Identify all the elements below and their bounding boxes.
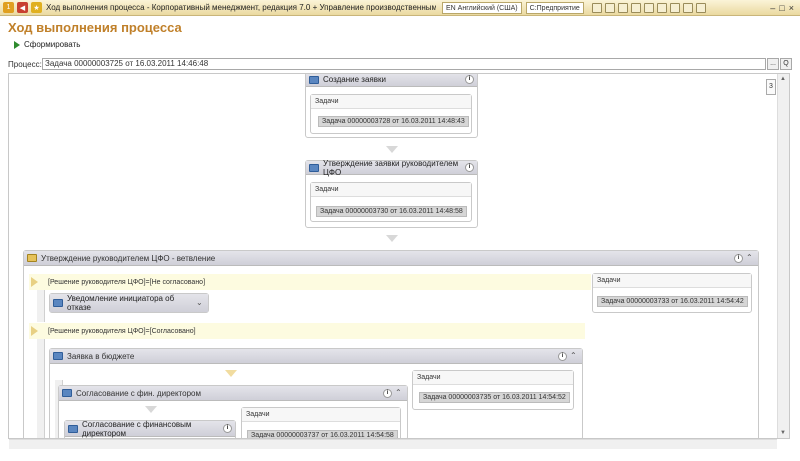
window-controls: – □ ×: [770, 3, 794, 13]
toolbar-icons: [591, 2, 706, 13]
tasks-panel: Задачи: [310, 94, 472, 134]
branch-icon: [27, 254, 37, 262]
generate-button[interactable]: Сформировать: [14, 40, 80, 49]
close-icon[interactable]: ×: [789, 3, 794, 13]
tasks-label: Задачи: [593, 274, 751, 288]
info-icon[interactable]: i: [465, 163, 474, 172]
process-label: Процесс:: [8, 59, 42, 69]
condition-icon: [31, 326, 38, 336]
process-field[interactable]: Задача 00000003725 от 16.03.2011 14:46:4…: [42, 58, 766, 70]
vertical-scrollbar[interactable]: ▲ ▼: [777, 74, 789, 438]
task-link[interactable]: Задача 00000003733 от 16.03.2011 14:54:4…: [597, 296, 748, 307]
tasks-label: Задачи: [242, 408, 400, 422]
calculator-icon[interactable]: [669, 2, 680, 13]
step-title: Согласование с финансовым директором: [82, 419, 192, 438]
tasks-label: Задачи: [311, 183, 471, 197]
branch-condition: [Решение руководителя ЦФО]=[Не согласова…: [29, 274, 591, 290]
condition-text: [Решение руководителя ЦФО]=[Не согласова…: [48, 278, 206, 286]
process-diagram[interactable]: Создание заявки i Задачи Задача 000000037…: [8, 73, 790, 439]
task-link[interactable]: Задача 00000003737 от 16.03.2011 14:54:5…: [247, 430, 398, 438]
scroll-up-icon[interactable]: ▲: [780, 76, 786, 82]
collapse-icon[interactable]: ⌃: [570, 351, 579, 361]
step-icon: [53, 299, 63, 307]
step-icon: [53, 352, 63, 360]
tasks-label: Задачи: [413, 371, 573, 385]
table-icon[interactable]: [682, 2, 693, 13]
step-title: Утверждение заявки руководителем ЦФО: [323, 158, 459, 177]
scroll-down-icon[interactable]: ▼: [780, 430, 786, 436]
flow-arrow: [145, 406, 157, 413]
play-icon: [14, 40, 20, 49]
generate-label: Сформировать: [24, 40, 81, 49]
tasks-panel: Задачи: [592, 273, 752, 313]
info-icon[interactable]: i: [558, 351, 567, 361]
tasks-label: Задачи: [311, 95, 471, 109]
flow-arrow: [225, 370, 237, 377]
copy-icon[interactable]: [643, 2, 654, 13]
flow-arrow: [386, 235, 398, 242]
task-link[interactable]: Задача 00000003735 от 16.03.2011 14:54:5…: [419, 392, 570, 403]
branch-condition: [Решение руководителя ЦФО]=[Согласовано]: [29, 323, 585, 339]
info-icon[interactable]: i: [223, 424, 232, 433]
minimize-icon[interactable]: –: [770, 3, 775, 13]
save-icon[interactable]: [591, 2, 602, 13]
branch-title: Утверждение руководителем ЦФО - ветвлени…: [41, 253, 216, 263]
language-indicator[interactable]: EN Английский (США): [442, 1, 522, 14]
step-notify-initiator[interactable]: Уведомление инициатора об отказе ⌄: [49, 293, 209, 313]
task-link[interactable]: Задача 00000003730 от 16.03.2011 14:48:5…: [316, 206, 467, 217]
collapse-icon[interactable]: ⌃: [395, 388, 404, 398]
app-logo-icon: 1: [3, 2, 14, 13]
expand-icon[interactable]: ⌄: [196, 298, 205, 308]
block-title: Согласование с фин. директором: [76, 388, 201, 398]
step-icon: [62, 389, 72, 397]
info-icon[interactable]: i: [465, 75, 474, 84]
branch-side: [37, 339, 45, 438]
open-button[interactable]: Q: [780, 58, 792, 70]
info-icon[interactable]: i: [383, 388, 392, 398]
step-icon: [309, 163, 319, 172]
step-findir-approval[interactable]: Согласование с финансовым директором i: [64, 419, 236, 438]
info-icon[interactable]: i: [734, 253, 743, 263]
step-title: Создание заявки: [323, 75, 386, 84]
page-title: Ход выполнения процесса: [8, 20, 182, 35]
task-link[interactable]: Задача 00000003728 от 16.03.2011 14:48:4…: [318, 116, 469, 127]
condition-text: [Решение руководителя ЦФО]=[Согласовано]: [48, 327, 196, 335]
flow-arrow: [386, 146, 398, 153]
horizontal-scrollbar[interactable]: [9, 439, 777, 449]
tasks-panel: Задачи: [412, 370, 574, 410]
step-icon: [309, 75, 319, 84]
condition-icon: [31, 277, 38, 287]
window-title: Ход выполнения процесса - Корпоративный …: [46, 3, 436, 12]
refresh-icon[interactable]: [630, 2, 641, 13]
step-title: Уведомление инициатора об отказе: [67, 294, 175, 312]
select-button[interactable]: ...: [767, 58, 779, 70]
document-icon[interactable]: [617, 2, 628, 13]
process-row: Процесс: Задача 00000003725 от 16.03.201…: [8, 58, 792, 70]
branch-side: [37, 290, 45, 322]
calendar-icon[interactable]: [656, 2, 667, 13]
help-icon[interactable]: [695, 2, 706, 13]
back-icon[interactable]: ◀: [17, 2, 28, 13]
collapse-icon[interactable]: ⌃: [746, 253, 755, 263]
page-indicator[interactable]: 3: [766, 79, 776, 95]
favorite-icon[interactable]: ★: [31, 2, 42, 13]
maximize-icon[interactable]: □: [779, 3, 784, 13]
step-icon: [68, 424, 78, 433]
print-icon[interactable]: [604, 2, 615, 13]
block-title: Заявка в бюджете: [67, 351, 135, 361]
app-menu[interactable]: С:Предприятие: [525, 1, 584, 14]
title-bar: 1 ◀ ★ Ход выполнения процесса - Корпорат…: [0, 0, 800, 16]
